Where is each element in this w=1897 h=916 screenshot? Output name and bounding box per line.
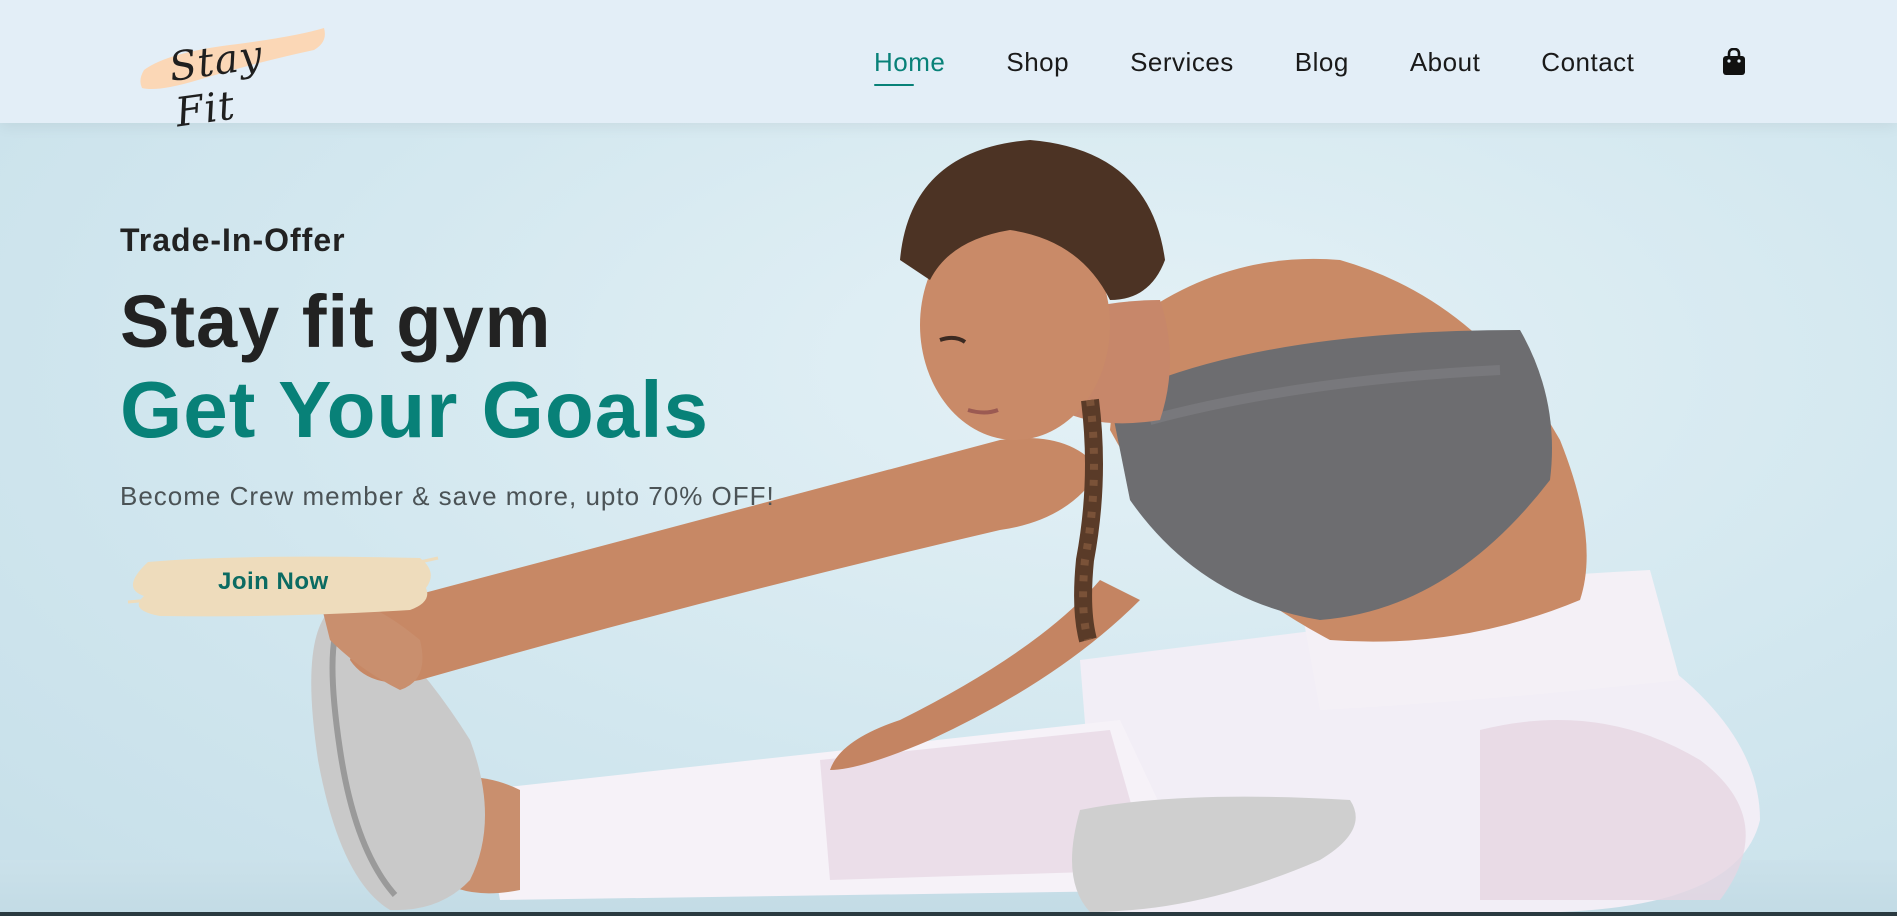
nav-label-home: Home: [874, 46, 946, 77]
nav-label-about: About: [1409, 46, 1481, 77]
nav-item-about[interactable]: About: [1410, 47, 1480, 78]
logo[interactable]: Stay Fit: [138, 22, 328, 136]
nav-item-contact[interactable]: Contact: [1541, 47, 1634, 78]
nav-label-shop: Shop: [1006, 46, 1070, 77]
nav-active-underline: [874, 83, 914, 86]
nav-item-blog[interactable]: Blog: [1295, 47, 1349, 78]
hero-copy: Trade-In-Offer Stay fit gym Get Your Goa…: [120, 222, 775, 617]
nav-label-blog: Blog: [1294, 46, 1349, 77]
nav-item-home[interactable]: Home: [874, 46, 946, 86]
nav-item-services[interactable]: Services: [1130, 47, 1234, 78]
hero-subtext: Become Crew member & save more, upto 70%…: [120, 481, 775, 511]
hero-headline-primary: Stay fit gym: [120, 280, 552, 363]
join-now-button[interactable]: Join Now: [120, 548, 440, 620]
hero-headline-accent: Get Your Goals: [120, 365, 709, 454]
shopping-bag-icon[interactable]: [1722, 48, 1746, 76]
nav-label-services: Services: [1130, 46, 1234, 77]
hero-eyebrow: Trade-In-Offer: [120, 222, 346, 258]
join-now-label: Join Now: [218, 568, 329, 595]
main-nav: Home Shop Services Blog About Contact: [874, 42, 1695, 86]
nav-item-shop[interactable]: Shop: [1006, 47, 1069, 78]
site-header: Stay Fit Home Shop Services Blog About C…: [0, 0, 1897, 136]
nav-label-contact: Contact: [1541, 46, 1635, 77]
